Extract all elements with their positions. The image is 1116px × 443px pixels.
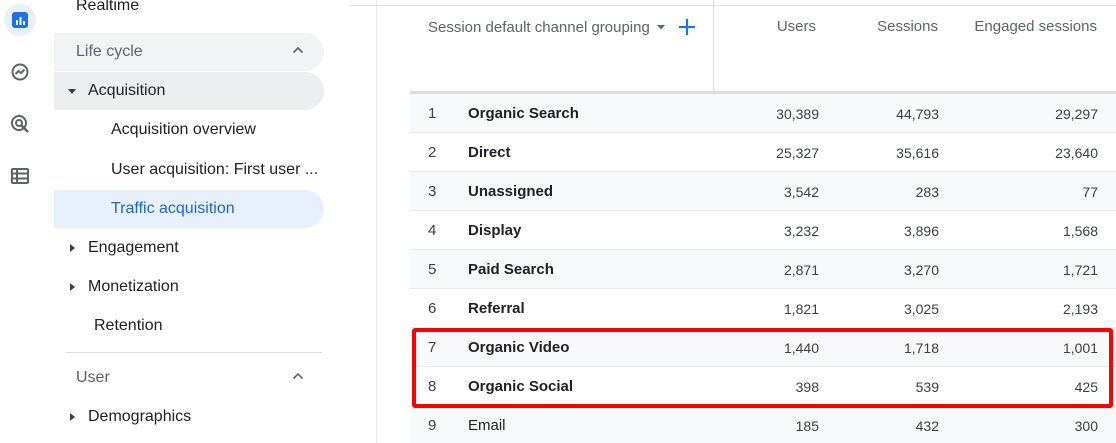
table-row[interactable]: 4 Display 3,232 3,896 1,568 bbox=[410, 211, 1116, 250]
sidebar-divider bbox=[66, 352, 322, 353]
icon-rail bbox=[0, 0, 40, 443]
row-index: 1 bbox=[428, 105, 437, 122]
sessions-value: 3,025 bbox=[903, 300, 939, 317]
sidebar-item-acquisition[interactable]: Acquisition bbox=[54, 72, 324, 110]
sessions-value: 35,616 bbox=[896, 144, 939, 161]
dimension-header[interactable]: Session default channel grouping bbox=[428, 18, 696, 36]
retention-label: Retention bbox=[94, 317, 163, 334]
monetization-label: Monetization bbox=[88, 278, 179, 295]
dropdown-arrow-icon[interactable] bbox=[656, 24, 666, 30]
users-value: 3,542 bbox=[783, 183, 819, 200]
sidebar-item-user-acquisition[interactable]: User acquisition: First user ... bbox=[54, 151, 324, 189]
row-index: 3 bbox=[428, 183, 437, 200]
add-dimension-icon[interactable] bbox=[678, 18, 696, 36]
explore-icon[interactable] bbox=[4, 56, 36, 88]
row-index: 9 bbox=[428, 417, 437, 434]
caret-right-icon bbox=[70, 413, 75, 421]
sessions-value: 3,270 bbox=[903, 261, 939, 278]
demographics-label: Demographics bbox=[88, 408, 192, 425]
user-acquisition-label: User acquisition: First user ... bbox=[111, 161, 319, 178]
channel-name: Unassigned bbox=[468, 183, 554, 200]
chevron-up-icon bbox=[292, 372, 304, 380]
row-index: 5 bbox=[428, 261, 437, 278]
engaged-sessions-value: 23,640 bbox=[1055, 144, 1098, 161]
chevron-up-icon bbox=[292, 46, 304, 54]
sidebar-item-traffic-acquisition[interactable]: Traffic acquisition bbox=[54, 190, 324, 228]
users-value: 185 bbox=[795, 417, 819, 434]
acquisition-label: Acquisition bbox=[88, 82, 166, 99]
sessions-value: 283 bbox=[915, 183, 939, 200]
engaged-sessions-value: 77 bbox=[1082, 183, 1098, 200]
sidebar-item-retention[interactable]: Retention bbox=[54, 307, 324, 345]
channel-name: Organic Search bbox=[468, 105, 579, 122]
column-header-sessions[interactable]: Sessions bbox=[877, 18, 938, 35]
traffic-acquisition-label: Traffic acquisition bbox=[111, 200, 235, 217]
table-row[interactable]: 1 Organic Search 30,389 44,793 29,297 bbox=[410, 94, 1116, 133]
row-index: 6 bbox=[428, 300, 437, 317]
users-value: 3,232 bbox=[783, 222, 819, 239]
engaged-sessions-value: 300 bbox=[1074, 417, 1098, 434]
engaged-sessions-value: 2,193 bbox=[1062, 300, 1098, 317]
caret-down-icon bbox=[68, 88, 76, 94]
engagement-label: Engagement bbox=[88, 239, 179, 256]
header-column-separator bbox=[713, 0, 714, 93]
lifecycle-section[interactable]: Life cycle bbox=[54, 33, 324, 71]
engaged-sessions-value: 1,568 bbox=[1062, 222, 1098, 239]
channel-name: Paid Search bbox=[468, 261, 554, 278]
sessions-value: 44,793 bbox=[896, 105, 939, 122]
configure-icon[interactable] bbox=[4, 160, 36, 192]
users-value: 2,871 bbox=[783, 261, 819, 278]
caret-right-icon bbox=[70, 244, 75, 252]
user-section[interactable]: User bbox=[54, 359, 324, 397]
lifecycle-label: Life cycle bbox=[76, 43, 143, 60]
sessions-value: 432 bbox=[915, 417, 939, 434]
engaged-sessions-value: 1,721 bbox=[1062, 261, 1098, 278]
channel-name: Referral bbox=[468, 300, 525, 317]
users-value: 30,389 bbox=[776, 105, 819, 122]
reports-icon[interactable] bbox=[4, 4, 36, 36]
advertising-icon[interactable] bbox=[4, 108, 36, 140]
engaged-sessions-value: 29,297 bbox=[1055, 105, 1098, 122]
channel-name: Direct bbox=[468, 144, 511, 161]
row-index: 4 bbox=[428, 222, 437, 239]
column-header-engaged-sessions[interactable]: Engaged sessions bbox=[974, 18, 1097, 35]
channel-name: Display bbox=[468, 222, 522, 239]
table-row[interactable]: 6 Referral 1,821 3,025 2,193 bbox=[410, 289, 1116, 328]
sidebar-item-engagement[interactable]: Engagement bbox=[54, 229, 324, 267]
user-label: User bbox=[76, 369, 110, 386]
table-row[interactable]: 2 Direct 25,327 35,616 23,640 bbox=[410, 133, 1116, 172]
row-index: 2 bbox=[428, 144, 437, 161]
top-divider bbox=[350, 0, 1116, 6]
users-value: 1,821 bbox=[783, 300, 819, 317]
sidebar-item-realtime[interactable]: Realtime bbox=[76, 0, 316, 25]
sessions-value: 3,896 bbox=[903, 222, 939, 239]
table-row[interactable]: 5 Paid Search 2,871 3,270 1,721 bbox=[410, 250, 1116, 289]
realtime-label: Realtime bbox=[76, 0, 140, 14]
sidebar-item-monetization[interactable]: Monetization bbox=[54, 268, 324, 306]
dimension-header-label: Session default channel grouping bbox=[428, 18, 650, 36]
acquisition-overview-label: Acquisition overview bbox=[111, 121, 256, 138]
table-row[interactable]: 9 Email 185 432 300 bbox=[410, 406, 1116, 443]
sidebar-edge bbox=[376, 0, 377, 443]
channel-name: Email bbox=[468, 417, 506, 434]
users-value: 25,327 bbox=[776, 144, 819, 161]
highlight-annotation-box bbox=[412, 328, 1113, 408]
caret-right-icon bbox=[70, 283, 75, 291]
sidebar-item-demographics[interactable]: Demographics bbox=[54, 398, 324, 436]
sidebar-item-acquisition-overview[interactable]: Acquisition overview bbox=[54, 111, 324, 149]
column-header-users[interactable]: Users bbox=[777, 18, 816, 35]
table-row[interactable]: 3 Unassigned 3,542 283 77 bbox=[410, 172, 1116, 211]
